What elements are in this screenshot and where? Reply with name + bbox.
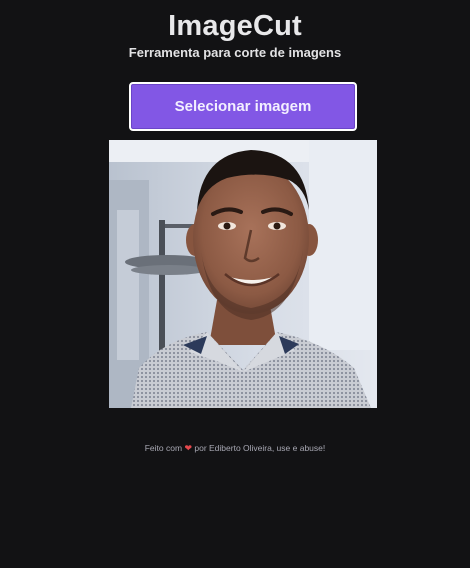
app-subtitle: Ferramenta para corte de imagens: [128, 45, 342, 60]
footer-credit: por Ediberto Oliveira, use e abuse!: [194, 443, 326, 453]
app-root: ImageCut Ferramenta para corte de imagen…: [0, 0, 470, 568]
footer-prefix: Feito com: [144, 443, 183, 453]
footer: Feito com ❤ por Ediberto Oliveira, use e…: [0, 443, 470, 454]
image-preview: [109, 140, 377, 408]
app-title: ImageCut: [168, 10, 302, 42]
preview-photo: [109, 140, 377, 408]
select-image-button[interactable]: Selecionar imagem: [129, 82, 357, 131]
heart-icon: ❤: [184, 443, 192, 453]
